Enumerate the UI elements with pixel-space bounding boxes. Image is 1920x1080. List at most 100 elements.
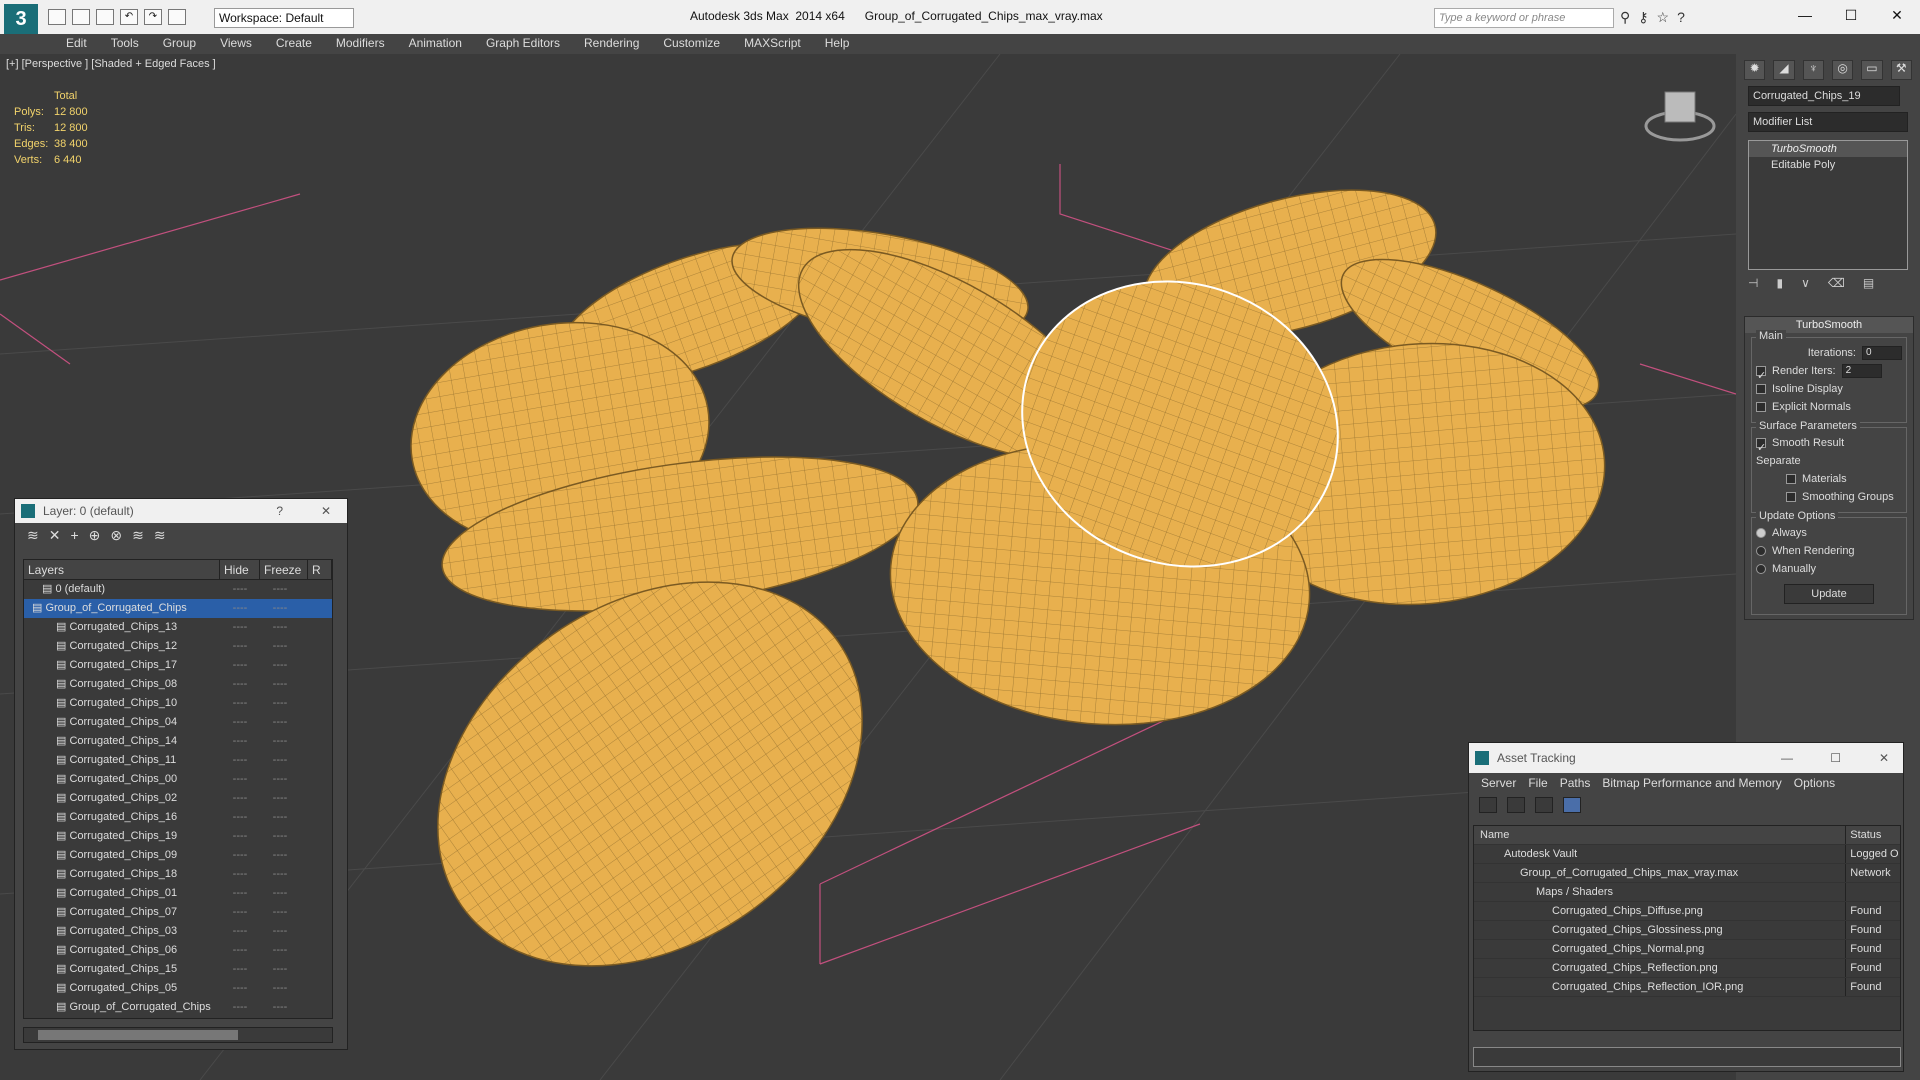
materials-checkbox[interactable]: [1786, 474, 1796, 484]
layer-freeze-toggle[interactable]: ----: [260, 846, 300, 865]
open-file-icon[interactable]: [72, 9, 90, 25]
motion-tab-icon[interactable]: ◎: [1831, 60, 1854, 80]
search-input[interactable]: Type a keyword or phrase: [1434, 8, 1614, 28]
stack-item-editable-poly[interactable]: Editable Poly: [1749, 157, 1907, 173]
layer-freeze-toggle[interactable]: ----: [260, 732, 300, 751]
layer-freeze-toggle[interactable]: ----: [260, 903, 300, 922]
layer-row[interactable]: ▤ Corrugated_Chips_17 ---- ----: [24, 656, 332, 675]
always-radio[interactable]: [1756, 528, 1766, 538]
minimize-icon[interactable]: —: [1782, 0, 1828, 30]
asset-minimize-icon[interactable]: —: [1781, 743, 1793, 773]
layer-hide-toggle[interactable]: ----: [220, 884, 260, 903]
layer-row[interactable]: ▤ Corrugated_Chips_14 ---- ----: [24, 732, 332, 751]
layer-freeze-toggle[interactable]: ----: [260, 713, 300, 732]
layer-freeze-toggle[interactable]: ----: [260, 808, 300, 827]
show-end-result-icon[interactable]: ▮: [1776, 276, 1783, 290]
layer-hide-toggle[interactable]: ----: [220, 675, 260, 694]
menu-create[interactable]: Create: [264, 34, 324, 54]
menu-views[interactable]: Views: [208, 34, 264, 54]
pin-stack-icon[interactable]: ⊣: [1748, 276, 1758, 290]
menu-customize[interactable]: Customize: [651, 34, 732, 54]
layer-row[interactable]: ▤ Corrugated_Chips_06 ---- ----: [24, 941, 332, 960]
project-folder-icon[interactable]: [168, 9, 186, 25]
asset-maximize-icon[interactable]: ☐: [1830, 743, 1841, 773]
menu-group[interactable]: Group: [151, 34, 208, 54]
stack-item-turbosmooth[interactable]: TurboSmooth: [1749, 141, 1907, 157]
col-render[interactable]: R: [308, 560, 332, 579]
utilities-tab-icon[interactable]: ⚒: [1890, 60, 1912, 80]
asset-row[interactable]: Corrugated_Chips_Diffuse.png Found: [1474, 902, 1900, 921]
layer-row[interactable]: ▤ Corrugated_Chips_02 ---- ----: [24, 789, 332, 808]
layer-row[interactable]: ▤ Corrugated_Chips_18 ---- ----: [24, 865, 332, 884]
layer-row[interactable]: ▤ Corrugated_Chips_19 ---- ----: [24, 827, 332, 846]
asset-menu-file[interactable]: File: [1522, 773, 1553, 793]
smoothing-groups-checkbox[interactable]: [1786, 492, 1796, 502]
layer-hide-toggle[interactable]: ----: [220, 827, 260, 846]
col-name[interactable]: Name: [1474, 826, 1847, 844]
layer-row[interactable]: ▤ Corrugated_Chips_01 ---- ----: [24, 884, 332, 903]
highlight-layer-icon[interactable]: ⊗: [110, 527, 122, 543]
layer-freeze-toggle[interactable]: ----: [260, 675, 300, 694]
list-view-icon[interactable]: [1507, 797, 1525, 813]
layer-row[interactable]: ▤ Corrugated_Chips_11 ---- ----: [24, 751, 332, 770]
freeze-all-icon[interactable]: ≋: [154, 527, 166, 543]
layer-hide-toggle[interactable]: ----: [220, 599, 260, 618]
object-name-field[interactable]: Corrugated_Chips_19: [1748, 86, 1900, 106]
asset-menu-server[interactable]: Server: [1475, 773, 1522, 793]
layer-hide-toggle[interactable]: ----: [220, 846, 260, 865]
render-iters-checkbox[interactable]: ✓: [1756, 366, 1766, 382]
menu-graph-editors[interactable]: Graph Editors: [474, 34, 572, 54]
undo-icon[interactable]: ↶: [120, 9, 138, 25]
layer-hide-toggle[interactable]: ----: [220, 903, 260, 922]
hierarchy-tab-icon[interactable]: ♆: [1802, 60, 1824, 80]
layer-hide-toggle[interactable]: ----: [220, 865, 260, 884]
layer-hide-toggle[interactable]: ----: [220, 979, 260, 998]
layer-freeze-toggle[interactable]: ----: [260, 580, 300, 599]
asset-row[interactable]: Corrugated_Chips_Glossiness.png Found: [1474, 921, 1900, 940]
update-button[interactable]: Update: [1784, 584, 1874, 604]
menu-maxscript[interactable]: MAXScript: [732, 34, 813, 54]
menu-animation[interactable]: Animation: [397, 34, 474, 54]
layer-hide-toggle[interactable]: ----: [220, 960, 260, 979]
modify-tab-icon[interactable]: ◢: [1773, 60, 1795, 80]
modifier-list-dropdown[interactable]: Modifier List: [1748, 112, 1908, 132]
layer-hide-toggle[interactable]: ----: [220, 789, 260, 808]
layer-hide-toggle[interactable]: ----: [220, 808, 260, 827]
layer-hide-toggle[interactable]: ----: [220, 998, 260, 1017]
asset-close-icon[interactable]: ✕: [1879, 743, 1889, 773]
delete-layer-icon[interactable]: ✕: [49, 527, 61, 543]
layer-freeze-toggle[interactable]: ----: [260, 979, 300, 998]
display-tab-icon[interactable]: ▭: [1861, 60, 1883, 80]
binoculars-icon[interactable]: ⚲: [1620, 9, 1630, 26]
menu-rendering[interactable]: Rendering: [572, 34, 651, 54]
layer-close-icon[interactable]: ✕: [321, 499, 331, 523]
menu-edit[interactable]: Edit: [54, 34, 99, 54]
save-icon[interactable]: [96, 9, 114, 25]
add-to-layer-icon[interactable]: +: [70, 527, 78, 543]
redo-icon[interactable]: ↷: [144, 9, 162, 25]
app-logo-icon[interactable]: 3: [4, 4, 38, 34]
menu-modifiers[interactable]: Modifiers: [324, 34, 397, 54]
layer-row[interactable]: ▤ Corrugated_Chips_04 ---- ----: [24, 713, 332, 732]
asset-row[interactable]: Group_of_Corrugated_Chips_max_vray.max Ne…: [1474, 864, 1900, 883]
asset-row[interactable]: Corrugated_Chips_Reflection.png Found: [1474, 959, 1900, 978]
layer-freeze-toggle[interactable]: ----: [260, 694, 300, 713]
refresh-icon[interactable]: [1479, 797, 1497, 813]
layer-hide-toggle[interactable]: ----: [220, 713, 260, 732]
asset-row[interactable]: Maps / Shaders: [1474, 883, 1900, 902]
viewcube-icon[interactable]: [1644, 91, 1716, 142]
table-view-icon[interactable]: [1563, 797, 1581, 813]
asset-window-titlebar[interactable]: Asset Tracking — ☐ ✕: [1469, 743, 1903, 773]
col-freeze[interactable]: Freeze: [260, 560, 308, 579]
configure-sets-icon[interactable]: ▤: [1863, 276, 1874, 290]
star-icon[interactable]: ☆: [1657, 9, 1670, 26]
layer-freeze-toggle[interactable]: ----: [260, 751, 300, 770]
col-status[interactable]: Status: [1846, 826, 1900, 844]
workspace-dropdown[interactable]: Workspace: Default: [214, 8, 354, 28]
layer-row[interactable]: ▤ Corrugated_Chips_03 ---- ----: [24, 922, 332, 941]
asset-row[interactable]: Corrugated_Chips_Reflection_IOR.png Found: [1474, 978, 1900, 997]
viewport-label[interactable]: [+] [Perspective ] [Shaded + Edged Faces…: [6, 58, 216, 70]
manually-radio[interactable]: [1756, 564, 1766, 574]
new-file-icon[interactable]: [48, 9, 66, 25]
asset-menu-bitmap[interactable]: Bitmap Performance and Memory: [1596, 773, 1787, 793]
